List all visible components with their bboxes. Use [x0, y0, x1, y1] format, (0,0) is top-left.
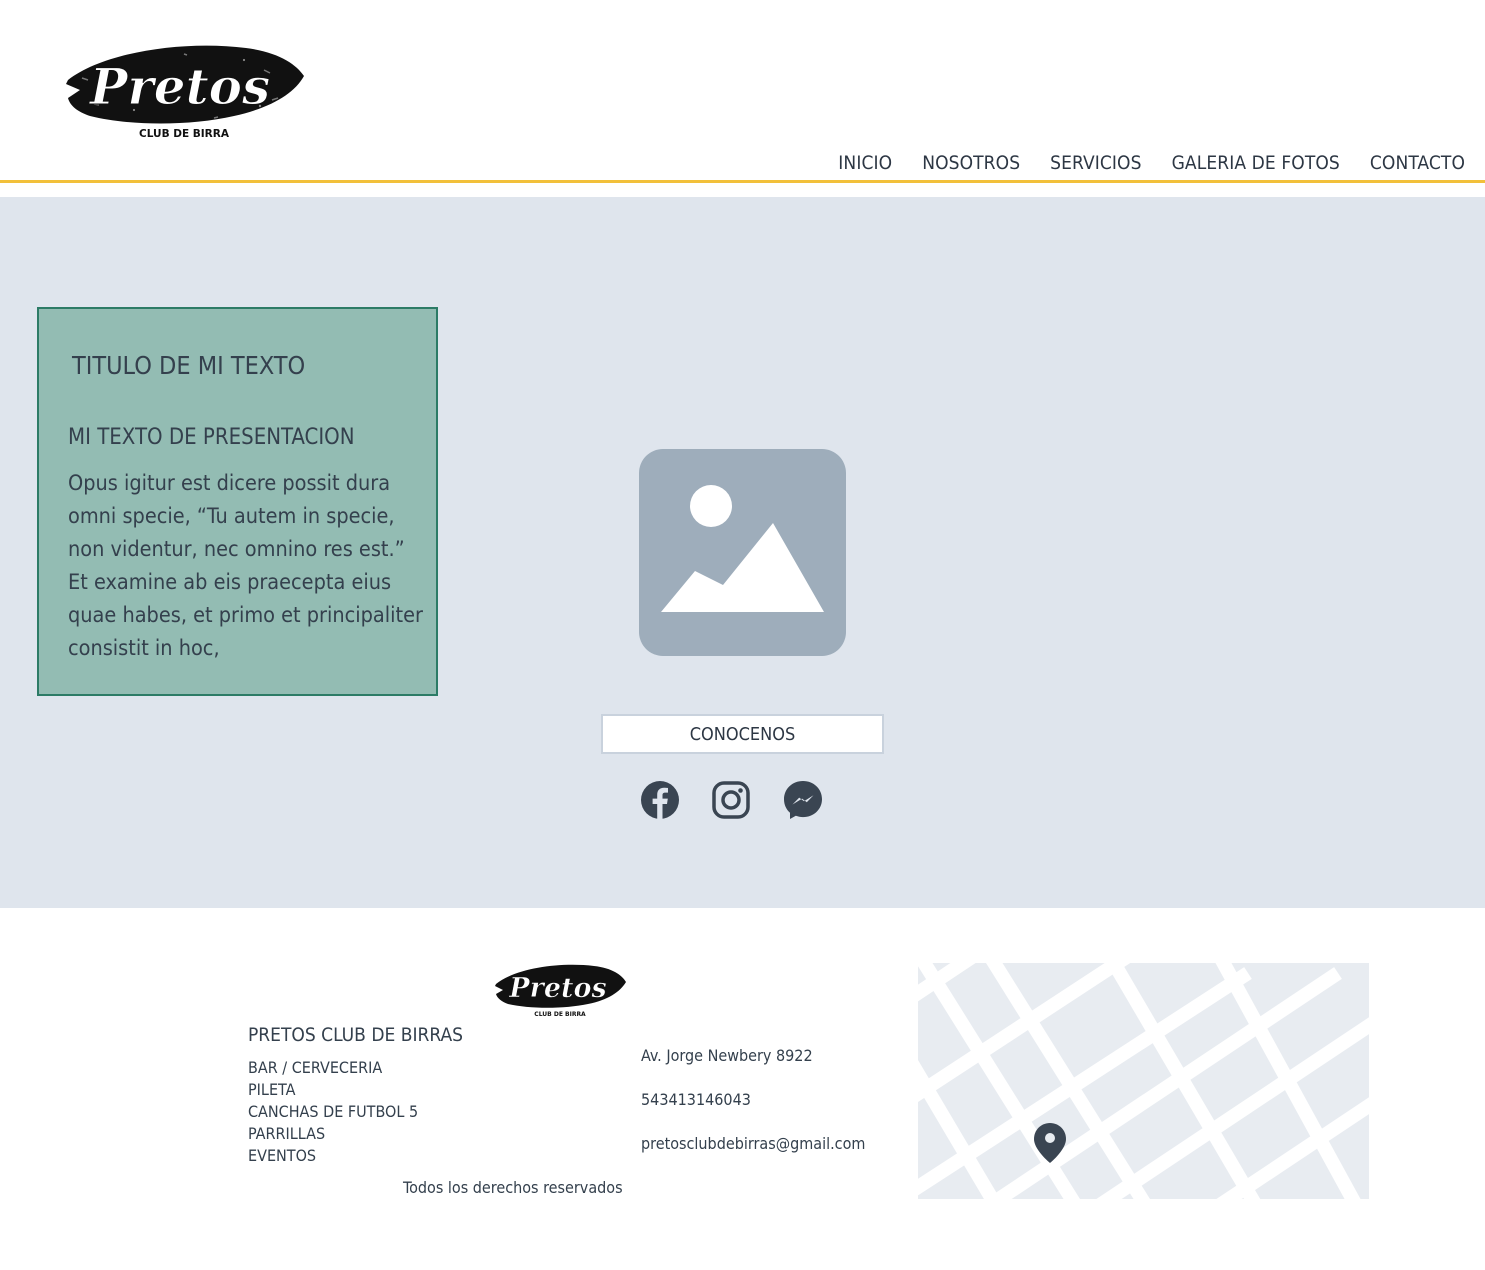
messenger-icon[interactable] — [783, 780, 823, 820]
footer-club-name: PRETOS CLUB DE BIRRAS — [248, 1024, 464, 1046]
header-divider — [0, 180, 1485, 183]
hero-section: TITULO DE MI TEXTO MI TEXTO DE PRESENTAC… — [0, 197, 1485, 908]
footer-logo-word: Pretos — [508, 973, 606, 1004]
service-item: EVENTOS — [248, 1146, 317, 1165]
nav-item-galeria[interactable]: GALERIA DE FOTOS — [1172, 152, 1340, 174]
location-map[interactable] — [918, 963, 1369, 1199]
service-item: PILETA — [248, 1080, 296, 1099]
instagram-icon[interactable] — [711, 780, 751, 820]
services-list: BAR / CERVECERIA PILETA CANCHAS DE FUTBO… — [248, 1057, 418, 1167]
nav-item-servicios[interactable]: SERVICIOS — [1050, 152, 1141, 174]
brand-logo[interactable]: Pretos CLUB DE BIRRA — [64, 40, 308, 144]
footer-logo[interactable]: Pretos CLUB DE BIRRA — [494, 962, 628, 1020]
footer-address: Av. Jorge Newbery 8922 — [641, 1046, 813, 1065]
map-streets — [918, 963, 1369, 1199]
footer-phone: 543413146043 — [641, 1090, 751, 1109]
service-item: CANCHAS DE FUTBOL 5 — [248, 1102, 419, 1121]
nav-item-nosotros[interactable]: NOSOTROS — [922, 152, 1020, 174]
facebook-icon[interactable] — [640, 780, 680, 820]
map-pin-icon[interactable] — [1032, 1121, 1068, 1165]
intro-card: TITULO DE MI TEXTO MI TEXTO DE PRESENTAC… — [37, 307, 438, 696]
site-header: Pretos CLUB DE BIRRA INICIO NOSOTROS SER… — [0, 0, 1485, 183]
card-subtitle: MI TEXTO DE PRESENTACION — [68, 425, 355, 450]
footer-logo-tagline: CLUB DE BIRRA — [534, 1011, 586, 1018]
image-placeholder-icon — [639, 449, 846, 656]
logo-tagline: CLUB DE BIRRA — [139, 128, 230, 140]
conocenos-button[interactable]: CONOCENOS — [601, 714, 884, 754]
footer-email[interactable]: pretosclubdebirras@gmail.com — [641, 1134, 865, 1153]
main-nav: INICIO NOSOTROS SERVICIOS GALERIA DE FOT… — [808, 152, 1465, 174]
nav-item-inicio[interactable]: INICIO — [838, 152, 892, 174]
service-item: BAR / CERVECERIA — [248, 1058, 383, 1077]
card-title: TITULO DE MI TEXTO — [72, 351, 306, 380]
card-body-text: Opus igitur est dicere possit dura omni … — [68, 471, 423, 661]
footer-copyright: Todos los derechos reservados — [403, 1178, 623, 1197]
logo-word: Pretos — [88, 57, 270, 116]
logo-emblem: Pretos CLUB DE BIRRA — [66, 45, 304, 140]
nav-item-contacto[interactable]: CONTACTO — [1370, 152, 1465, 174]
service-item: PARRILLAS — [248, 1124, 326, 1143]
